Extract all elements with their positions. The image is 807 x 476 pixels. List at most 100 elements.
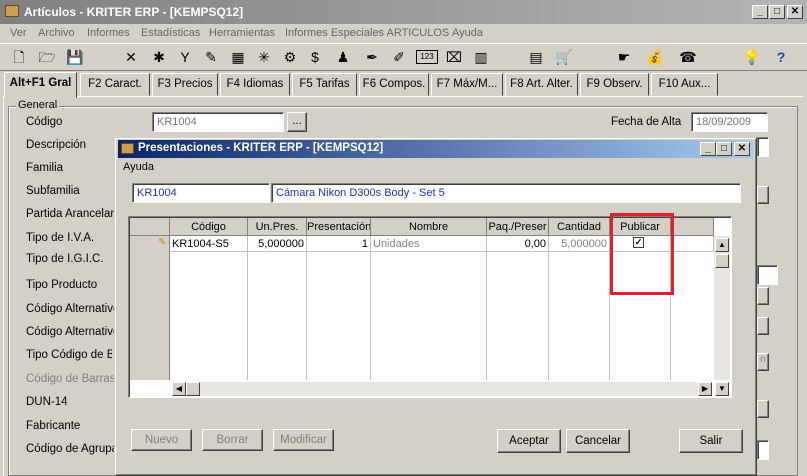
tool-icon-10[interactable]: ✐	[390, 48, 408, 66]
row-selector-column	[130, 236, 170, 380]
dialog-maximize-button[interactable]: □	[716, 142, 732, 156]
nuevo-button[interactable]: Nuevo	[131, 429, 192, 451]
codigo-lookup-button[interactable]: ...	[287, 112, 307, 132]
scroll-thumb[interactable]	[715, 254, 729, 268]
menu-herramientas[interactable]: Herramientas	[209, 27, 275, 39]
tab-auxiliar[interactable]: F10 Aux...	[651, 73, 718, 96]
menu-ayuda[interactable]: Ayuda	[452, 27, 483, 39]
grid-horizontal-scrollbar[interactable]	[172, 382, 712, 396]
grid-row-header-corner	[130, 218, 170, 236]
hscroll-thumb[interactable]	[186, 382, 200, 396]
cell-paq-preser[interactable]: 0,00	[487, 236, 549, 252]
edge-button-5[interactable]	[757, 400, 769, 418]
tab-tarifas[interactable]: F5 Tarifas	[292, 73, 357, 96]
label-fecha-alta: Fecha de Alta	[611, 116, 682, 128]
tab-general[interactable]: Alt+F1 Gral	[4, 72, 77, 98]
scroll-up-arrow-icon[interactable]: ▲	[715, 238, 729, 252]
save-icon[interactable]: 💾	[66, 48, 84, 66]
tool-icon-12[interactable]: ☛	[615, 48, 633, 66]
menu-informes[interactable]: Informes	[87, 27, 130, 39]
tab-precios[interactable]: F3 Precios	[152, 73, 218, 96]
tab-observaciones[interactable]: F9 Observ.	[580, 73, 649, 96]
codigo-field[interactable]: KR1004	[152, 112, 284, 132]
dialog-description-field[interactable]: Cámara Nikon D300s Body - Set 5	[271, 183, 741, 203]
tab-maximos[interactable]: F7 Máx/M...	[431, 73, 503, 96]
minimize-button[interactable]: _	[752, 5, 768, 19]
cart-icon[interactable]: 🛒	[555, 48, 573, 66]
descripcion-field-edge[interactable]	[757, 137, 769, 157]
col-header-nombre[interactable]: Nombre	[371, 218, 487, 236]
tool-icon-5[interactable]: ✳	[255, 48, 273, 66]
dialog-menu-ayuda[interactable]: Ayuda	[123, 161, 154, 173]
borrar-button[interactable]: Borrar	[202, 429, 263, 451]
tool-icon-6[interactable]: ⚙	[281, 48, 299, 66]
cell-cantidad[interactable]: 5,000000	[549, 236, 610, 252]
open-icon[interactable]: 🗁	[38, 48, 56, 66]
edge-field-bottom[interactable]	[757, 440, 769, 460]
aceptar-button[interactable]: Aceptar	[497, 429, 561, 453]
edge-button-1[interactable]	[757, 186, 769, 204]
tool-icon-9[interactable]: ✒	[363, 48, 381, 66]
modificar-button[interactable]: Modificar	[273, 429, 334, 451]
close-button[interactable]: ✕	[787, 5, 803, 19]
col-header-un-pres[interactable]: Un.Pres.	[248, 218, 307, 236]
phone-icon[interactable]: ☎	[679, 48, 697, 66]
col-header-presentacion[interactable]: Presentación	[307, 218, 371, 236]
new-icon[interactable]: 🗋	[10, 48, 28, 66]
cell-nombre[interactable]: Unidades	[371, 236, 487, 252]
tab-articulos-alternativos[interactable]: F8 Art. Alter.	[505, 73, 578, 96]
dialog-code-field[interactable]: KR1004	[132, 183, 270, 203]
label-tipo-iva: Tipo de I.V.A.	[26, 232, 95, 244]
calculator-icon[interactable]: ▤	[527, 48, 545, 66]
col-header-cantidad[interactable]: Cantidad	[549, 218, 610, 236]
tab-idiomas[interactable]: F4 Idiomas	[220, 73, 290, 96]
lightbulb-icon[interactable]: 💡	[743, 48, 761, 66]
cell-un-pres[interactable]: 5,000000	[248, 236, 307, 252]
tipo-producto-field-edge[interactable]	[757, 265, 778, 285]
dialog-app-icon	[121, 143, 134, 154]
cancelar-button[interactable]: Cancelar	[566, 429, 630, 453]
maximize-button[interactable]: □	[769, 5, 785, 19]
menu-bar: Ver Archivo Informes Estadísticas Herram…	[0, 24, 807, 43]
chart-icon[interactable]: ▥	[472, 48, 490, 66]
menu-informes-especiales[interactable]: Informes Especiales ARTICULOS	[285, 27, 449, 39]
scroll-down-arrow-icon[interactable]: ▼	[715, 382, 729, 396]
scroll-right-arrow-icon[interactable]: ▶	[698, 382, 712, 396]
edge-button-4[interactable]: n	[757, 353, 769, 371]
cell-presentacion[interactable]: 1	[307, 236, 371, 252]
tool-icon-1[interactable]: ✱	[150, 48, 168, 66]
tool-icon-8[interactable]: ♟	[334, 48, 352, 66]
grid-line	[486, 252, 487, 380]
edge-button-3[interactable]	[757, 317, 769, 335]
fecha-alta-field[interactable]: 18/09/2009	[691, 112, 768, 132]
current-row-indicator-icon: ✎	[158, 237, 167, 248]
main-title-bar: Artículos - KRITER ERP - [KEMPSQ12] _ □ …	[0, 0, 807, 24]
delete-icon[interactable]: ✕	[122, 48, 140, 66]
edge-button-2[interactable]	[757, 287, 769, 305]
tool-icon-4[interactable]: ▦	[229, 48, 247, 66]
dialog-close-button[interactable]: ✕	[734, 142, 750, 156]
grid-line	[306, 252, 307, 380]
tab-composicion[interactable]: F6 Compos.	[359, 73, 429, 96]
scroll-left-arrow-icon[interactable]: ◀	[172, 382, 186, 396]
moneybag-icon[interactable]: 💰	[646, 48, 664, 66]
dialog-minimize-button[interactable]: _	[700, 142, 716, 156]
label-codigo: Código	[26, 116, 63, 128]
col-header-paq-preser[interactable]: Paq./Preser	[487, 218, 549, 236]
menu-ver[interactable]: Ver	[10, 27, 27, 39]
tool-icon-7[interactable]: $	[306, 48, 324, 66]
numbers-icon[interactable]: 123	[416, 50, 438, 64]
salir-button[interactable]: Salir	[679, 429, 743, 453]
window-title: Artículos - KRITER ERP - [KEMPSQ12]	[24, 5, 244, 19]
dialog-title-bar: Presentaciones - KRITER ERP - [KEMPSQ12]…	[118, 140, 753, 158]
cell-codigo[interactable]: KR1004-S5	[170, 236, 248, 252]
tool-icon-2[interactable]: Y	[176, 48, 194, 66]
tab-caracteristicas[interactable]: F2 Caract.	[80, 73, 150, 96]
tool-icon-3[interactable]: ✎	[202, 48, 220, 66]
menu-archivo[interactable]: Archivo	[38, 27, 75, 39]
help-icon[interactable]: ?	[772, 48, 790, 66]
tool-icon-11[interactable]: ⌧	[445, 48, 463, 66]
label-tipo-igic: Tipo de I.G.I.C.	[26, 253, 104, 265]
col-header-codigo[interactable]: Código	[170, 218, 248, 236]
menu-estadisticas[interactable]: Estadísticas	[141, 27, 200, 39]
